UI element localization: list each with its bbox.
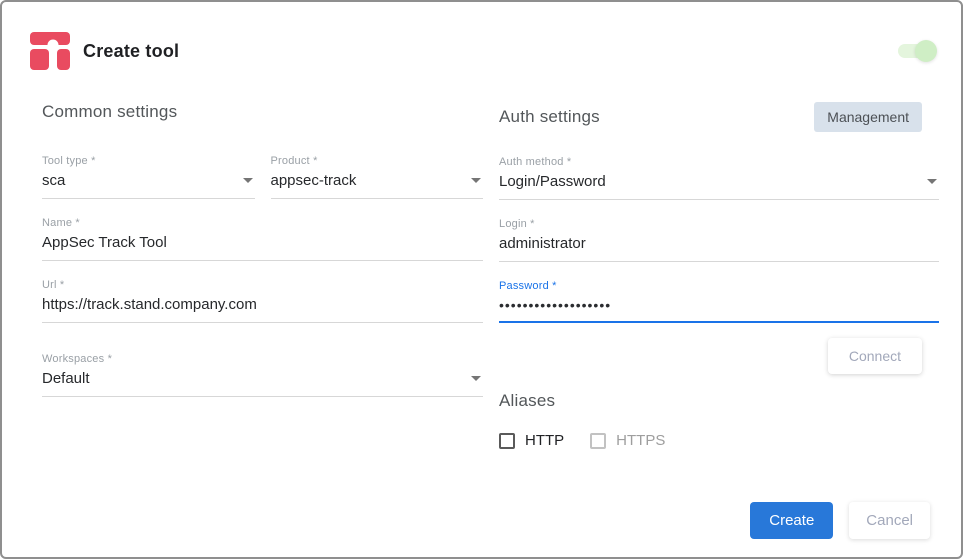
- auth-settings-section: Auth settings Management Auth method * L…: [499, 102, 939, 449]
- login-field: Login *: [499, 218, 939, 262]
- product-value: appsec-track: [270, 172, 357, 189]
- toggle-knob: [915, 40, 937, 62]
- auth-method-field: Auth method * Login/Password: [499, 156, 939, 200]
- connect-button[interactable]: Connect: [827, 338, 922, 374]
- checkbox-icon: [590, 432, 607, 449]
- tool-type-field: Tool type * sca: [42, 155, 255, 199]
- auth-settings-heading: Auth settings: [499, 107, 600, 126]
- cancel-button[interactable]: Cancel: [849, 502, 930, 539]
- auth-method-value: Login/Password: [499, 173, 606, 190]
- https-checkbox: HTTPS: [590, 432, 665, 449]
- tool-type-select[interactable]: sca: [42, 172, 255, 199]
- aliases-options: HTTP HTTPS: [499, 432, 939, 449]
- aliases-heading: Aliases: [499, 391, 556, 410]
- connect-row: Connect: [499, 338, 939, 374]
- chevron-down-icon: [471, 178, 481, 183]
- auth-settings-header: Auth settings Management: [499, 102, 939, 132]
- workspaces-value: Default: [42, 370, 90, 387]
- dialog-header: Create tool: [2, 2, 961, 70]
- password-input[interactable]: [499, 297, 939, 313]
- product-select[interactable]: appsec-track: [270, 172, 483, 199]
- url-control: [42, 296, 483, 323]
- http-checkbox-label: HTTP: [525, 432, 565, 449]
- enabled-toggle[interactable]: [898, 40, 937, 62]
- http-checkbox[interactable]: HTTP: [499, 432, 564, 449]
- tool-type-value: sca: [42, 172, 66, 189]
- login-control: [499, 235, 939, 262]
- auth-method-label: Auth method *: [499, 156, 572, 168]
- workspaces-select[interactable]: Default: [42, 370, 483, 397]
- url-field: Url *: [42, 279, 483, 323]
- product-label: Product *: [270, 155, 318, 167]
- url-label: Url *: [42, 279, 65, 291]
- product-field: Product * appsec-track: [270, 155, 483, 199]
- chevron-down-icon: [242, 178, 253, 183]
- login-input[interactable]: [499, 235, 939, 252]
- dialog-body: Common settings Tool type * sca Product …: [2, 102, 961, 449]
- chevron-down-icon: [927, 179, 937, 184]
- create-button[interactable]: Create: [750, 502, 834, 539]
- app-logo-icon: [30, 32, 70, 70]
- workspaces-label: Workspaces *: [42, 353, 113, 365]
- dialog-footer: Create Cancel: [750, 502, 930, 539]
- tool-type-label: Tool type *: [42, 155, 96, 167]
- create-tool-dialog: Create tool Common settings Tool type * …: [0, 0, 963, 559]
- password-label: Password *: [499, 280, 557, 292]
- workspaces-field: Workspaces * Default: [42, 353, 483, 397]
- name-input[interactable]: [42, 234, 483, 251]
- name-label: Name *: [42, 217, 80, 229]
- chevron-down-icon: [471, 376, 481, 381]
- auth-method-select[interactable]: Login/Password: [499, 173, 939, 200]
- password-field: Password *: [499, 280, 939, 323]
- url-input[interactable]: [42, 296, 483, 313]
- checkbox-icon: [499, 432, 515, 449]
- name-field: Name *: [42, 217, 483, 261]
- management-button[interactable]: Management: [814, 102, 922, 132]
- login-label: Login *: [499, 218, 535, 230]
- https-checkbox-label: HTTPS: [616, 432, 666, 449]
- name-control: [42, 234, 483, 261]
- common-settings-section: Common settings Tool type * sca Product …: [42, 102, 483, 449]
- common-settings-heading: Common settings: [42, 102, 178, 121]
- password-control: [499, 297, 939, 323]
- dialog-title: Create tool: [83, 40, 180, 61]
- tool-product-row: Tool type * sca Product * appsec-track: [42, 155, 483, 199]
